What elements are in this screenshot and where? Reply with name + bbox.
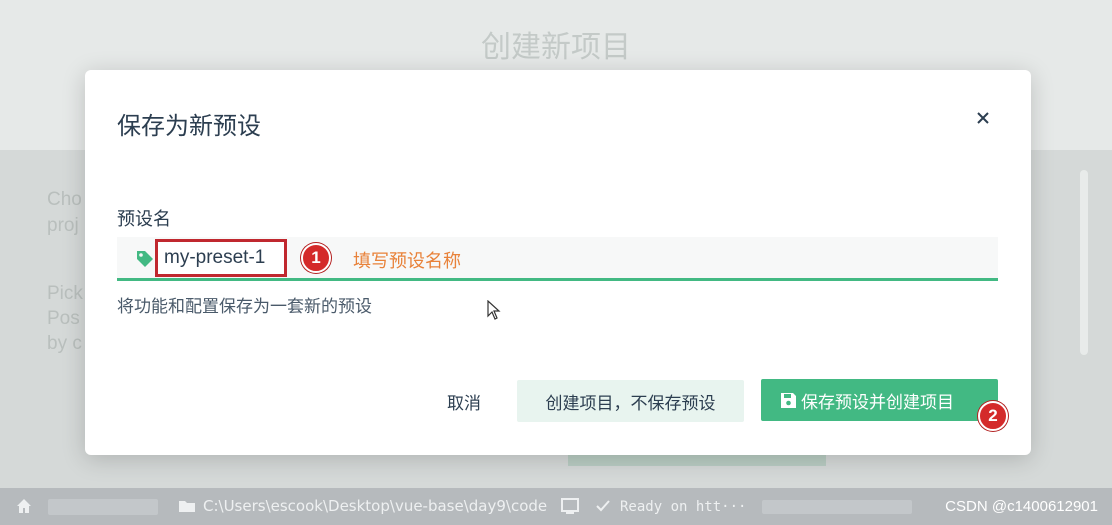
- create-without-saving-button[interactable]: 创建项目，不保存预设: [517, 380, 744, 422]
- step-1-annotation: 填写预设名称: [353, 251, 461, 272]
- preset-name-input[interactable]: [158, 242, 284, 274]
- close-icon[interactable]: [972, 107, 994, 129]
- background-text-line: Cho: [47, 189, 82, 210]
- preset-name-label: 预设名: [117, 209, 171, 230]
- check-icon: [596, 500, 610, 512]
- cancel-button[interactable]: 取消: [429, 380, 499, 422]
- watermark: CSDN @c1400612901: [945, 498, 1098, 515]
- mouse-cursor-icon: [487, 300, 501, 320]
- preset-name-input-highlight: [155, 239, 287, 277]
- folder-icon: [179, 501, 195, 512]
- project-name-placeholder[interactable]: [48, 499, 158, 515]
- step-2-badge: 2: [978, 401, 1008, 431]
- dialog-title: 保存为新预设: [117, 112, 261, 140]
- save-icon: [781, 393, 796, 408]
- background-text-line: by c: [47, 333, 82, 354]
- step-1-badge: 1: [301, 243, 331, 273]
- background-scrollbar: [1080, 170, 1088, 355]
- status-timestamp-placeholder: [762, 500, 912, 514]
- preset-name-field[interactable]: 1 填写预设名称: [117, 237, 998, 281]
- home-icon[interactable]: [14, 496, 34, 516]
- background-page-title: 创建新项目: [481, 30, 631, 65]
- status-log[interactable]: Ready on htt···: [620, 499, 746, 515]
- tag-icon: [137, 251, 153, 267]
- terminal-icon: [561, 498, 579, 514]
- save-preset-dialog: 保存为新预设 预设名 1 填写预设名称 将功能和配置保存为一套新的预设 取消 创…: [85, 70, 1031, 455]
- background-text-line: Pos: [47, 308, 80, 329]
- background-text-line: Pick: [47, 283, 83, 304]
- background-text-line: proj: [47, 215, 79, 236]
- preset-name-description: 将功能和配置保存为一套新的预设: [117, 297, 372, 317]
- status-path[interactable]: C:\Users\escook\Desktop\vue-base\day9\co…: [203, 497, 547, 515]
